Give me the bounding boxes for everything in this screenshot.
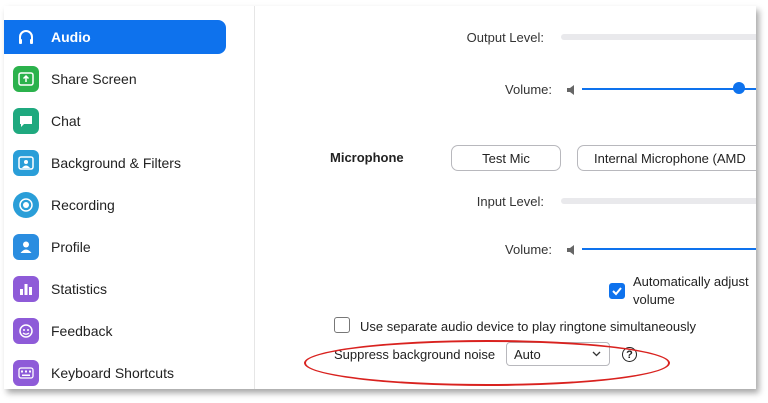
sidebar-item-label: Statistics xyxy=(51,281,108,297)
speaker-volume-knob[interactable] xyxy=(732,82,745,94)
help-icon[interactable]: ? xyxy=(622,347,637,362)
speaker-volume-label: Volume: xyxy=(505,82,552,97)
suppress-noise-select[interactable]: Auto xyxy=(506,342,610,366)
sidebar-item-feedback[interactable]: Feedback xyxy=(4,314,226,348)
microphone-section-label: Microphone xyxy=(330,150,404,165)
ringtone-label: Use separate audio device to play ringto… xyxy=(360,319,697,334)
settings-window: Audio Share Screen Chat Background & Fil… xyxy=(4,6,756,389)
test-mic-button[interactable]: Test Mic xyxy=(451,145,561,171)
speaker-icon xyxy=(567,245,574,255)
speaker-icon xyxy=(567,85,574,95)
sidebar-item-chat[interactable]: Chat xyxy=(4,104,226,138)
microphone-device-select[interactable]: Internal Microphone (AMD xyxy=(577,145,756,171)
sidebar-item-label: Recording xyxy=(51,197,115,213)
output-level-label: Output Level: xyxy=(466,30,544,45)
profile-icon xyxy=(13,234,39,260)
sidebar-item-label: Feedback xyxy=(51,323,113,339)
keyboard-icon xyxy=(13,360,39,386)
sidebar-item-profile[interactable]: Profile xyxy=(4,230,226,264)
sidebar-item-label: Profile xyxy=(51,239,91,255)
auto-adjust-label-line1: Automatically adjust xyxy=(633,274,749,289)
sidebar-item-label: Keyboard Shortcuts xyxy=(51,365,174,381)
input-level-label: Input Level: xyxy=(476,194,544,209)
sidebar-item-keyboard-shortcuts[interactable]: Keyboard Shortcuts xyxy=(4,356,226,389)
suppress-noise-label: Suppress background noise xyxy=(334,347,496,362)
chevron-down-icon xyxy=(592,351,601,357)
background-icon xyxy=(13,150,39,176)
sidebar-item-label: Audio xyxy=(51,29,91,45)
auto-adjust-checkbox[interactable] xyxy=(609,283,625,299)
mic-volume-label: Volume: xyxy=(505,242,552,257)
auto-adjust-label-line2: volume xyxy=(633,292,675,307)
audio-settings-panel: Output Level: Volume: Microphone Test Mi… xyxy=(254,6,756,389)
sidebar-item-background-filters[interactable]: Background & Filters xyxy=(4,146,226,180)
sidebar-item-label: Chat xyxy=(51,113,81,129)
statistics-icon xyxy=(13,276,39,302)
input-level-meter xyxy=(561,198,756,204)
sidebar-item-share-screen[interactable]: Share Screen xyxy=(4,62,226,96)
share-screen-icon xyxy=(13,66,39,92)
feedback-icon xyxy=(13,318,39,344)
settings-sidebar: Audio Share Screen Chat Background & Fil… xyxy=(4,6,255,389)
sidebar-item-label: Share Screen xyxy=(51,71,137,87)
sidebar-item-audio[interactable]: Audio xyxy=(4,20,226,54)
sidebar-item-label: Background & Filters xyxy=(51,155,181,171)
mic-volume-slider[interactable] xyxy=(582,248,756,250)
auto-adjust-label: Automatically adjust volume xyxy=(633,273,749,309)
checkmark-icon xyxy=(612,287,622,296)
output-level-meter xyxy=(561,34,756,40)
chat-icon xyxy=(13,108,39,134)
sidebar-item-recording[interactable]: Recording xyxy=(4,188,226,222)
recording-icon xyxy=(13,192,39,218)
speaker-volume-slider[interactable] xyxy=(582,88,756,90)
headphones-icon xyxy=(13,24,39,50)
suppress-noise-value: Auto xyxy=(514,347,541,362)
sidebar-item-statistics[interactable]: Statistics xyxy=(4,272,226,306)
ringtone-checkbox[interactable] xyxy=(334,317,350,333)
